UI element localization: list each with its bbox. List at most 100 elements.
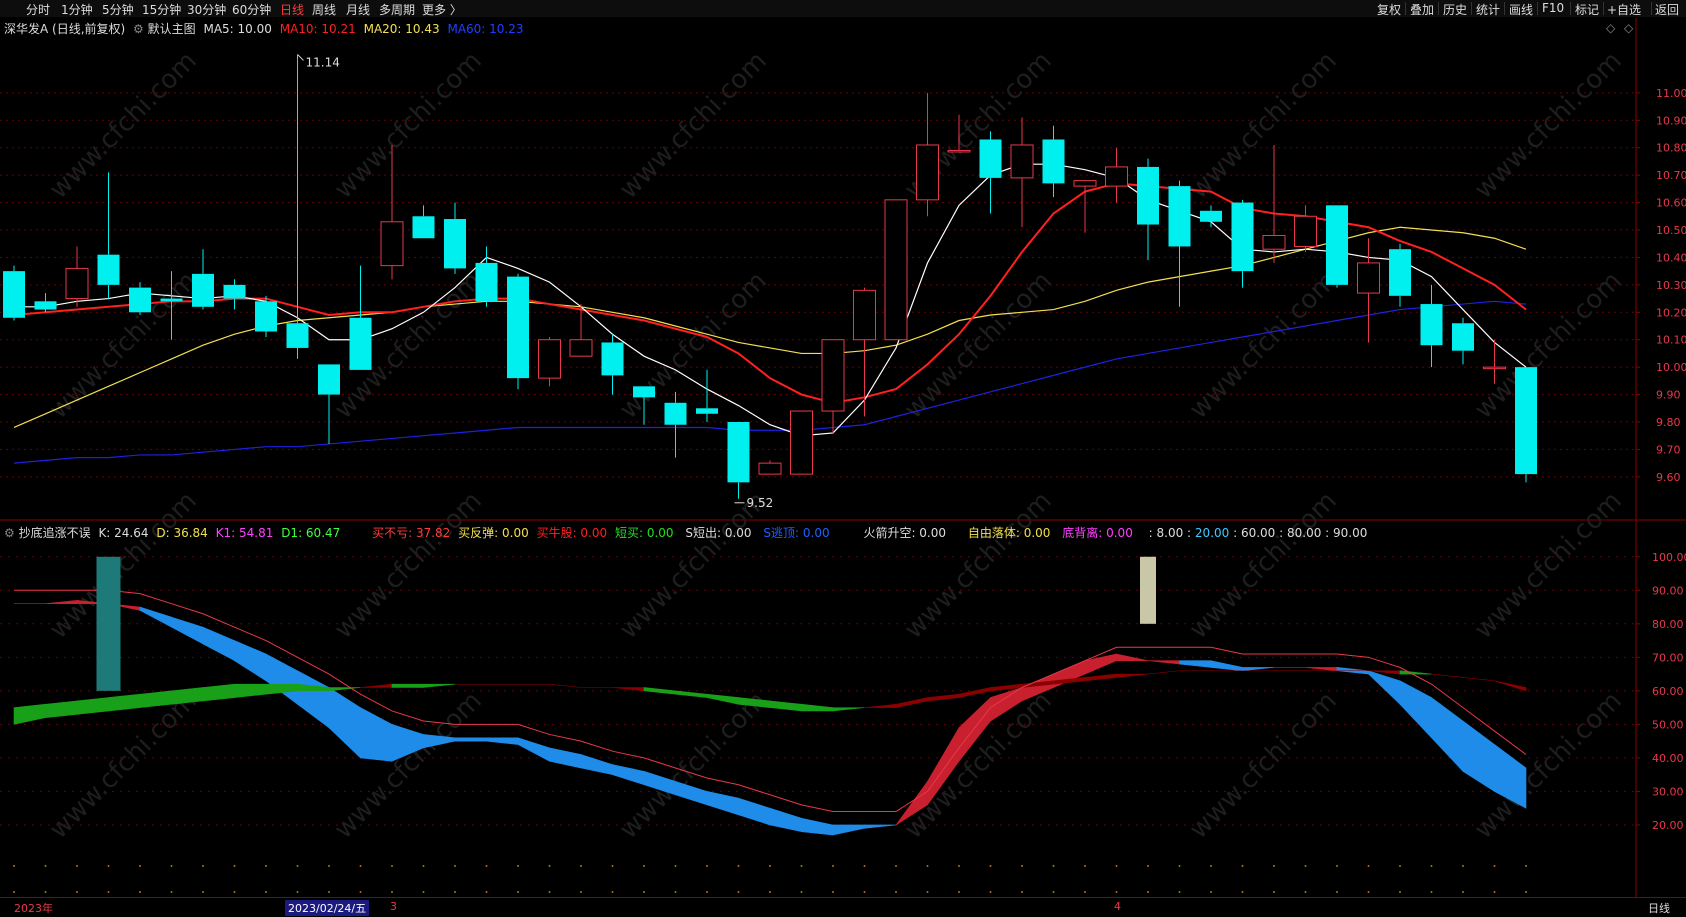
high-marker [297,54,304,61]
candle-body [475,262,498,302]
dot-row [737,865,740,867]
price-tick-label: 10.00 [1656,361,1686,374]
dot-row [107,865,110,867]
candle [507,273,529,390]
candle [979,131,1002,214]
dot-row [422,865,425,867]
candle-body [1294,215,1317,247]
watermark-text: www.cfchi.com [1184,486,1343,645]
dot-row [1178,865,1181,867]
candle [664,391,687,458]
indicator-settings-icon[interactable]: ⚙ [4,526,15,540]
candle [444,202,466,274]
k1d1-ribbon-segment [423,683,456,688]
kd-ribbon-segment [1399,680,1432,739]
dot-row [1178,891,1181,893]
candle [223,279,246,310]
k1d1-ribbon-segment [13,703,46,725]
dot-row [485,891,488,893]
d1-value: D1: 60.47 [281,526,341,540]
price-axis: 11.00 10.90 10.80 10.70 10.60 10.50 10.40 10.30… [1636,87,1686,832]
kd-ribbon-segment [864,824,897,829]
chart-template-name[interactable]: 默认主图 [148,22,196,36]
dot-row [1021,865,1023,867]
indicator-name[interactable]: 抄底追涨不误 [19,526,91,540]
levels-value: : 8.00 : [1148,526,1192,540]
watermark-text: www.cfchi.com [329,46,488,205]
dot-row [1399,865,1401,867]
kline-chart[interactable]: www.cfchi.com www.cfchi.com www.cfchi.com w… [0,0,1686,916]
candle [1389,243,1411,307]
month-3-label: 3 [390,900,397,913]
candle-body [916,144,939,201]
candle-body [821,339,845,412]
candle-body [34,301,57,310]
diamond-icon[interactable]: ◇ [1606,21,1615,35]
candle-body [1010,144,1034,179]
kd-ribbon-segment [360,707,393,762]
dot-row [769,865,771,867]
dot-row [1399,891,1401,893]
collapse-icon[interactable]: ◇ [1624,21,1633,35]
watermark-text: www.cfchi.com [44,46,203,205]
dot-row [202,865,204,867]
candle-body [1326,205,1348,285]
cursor-date-label: 2023/02/24/五 [285,900,370,916]
candle [1420,284,1443,368]
price-tick-label: 10.40 [1656,251,1686,264]
period-label[interactable]: 日线 [1648,900,1670,916]
candle-body [129,287,151,313]
price-tick-label: 10.50 [1656,224,1686,237]
stock-name[interactable]: 深华发A (日线,前复权) [4,22,125,36]
settings-icon[interactable]: ⚙ [133,22,144,36]
watermark: www.cfchi.com www.cfchi.com www.cfchi.com w… [44,46,1628,845]
price-tick-label: 10.60 [1656,197,1686,210]
buy-bull-value: 买牛股: 0.00 [536,526,608,540]
k1d1-ribbon-segment [769,700,802,712]
dot-row [233,891,236,893]
signal-bar [1140,556,1156,624]
kd-ribbon-segment [297,670,330,729]
dot-row [643,891,645,893]
dot-row [926,891,929,893]
candle-body [601,342,624,376]
dot-row [1147,865,1149,867]
ma60-value: MA60: 10.23 [447,22,524,36]
kd-ribbon-segment [234,640,267,682]
dot-row [391,865,393,867]
watermark-text: www.cfchi.com [1184,266,1343,425]
k1d1-ribbon-segment [675,690,708,698]
candle-body [223,284,246,299]
dot-row [958,865,960,867]
dot-row [706,865,708,867]
month-4-label: 4 [1114,900,1121,913]
kd-ribbon-segment [801,817,834,836]
candle [1231,199,1254,288]
candle-body [444,219,466,269]
k1d1-ribbon-segment [391,683,424,688]
dot-row [1430,891,1433,893]
dot-row [422,891,425,893]
dot-row [391,891,393,893]
dot-row [580,891,582,893]
candle [1168,180,1191,307]
price-tick-label: 9.70 [1656,443,1681,456]
dot-row [1430,865,1433,867]
candle-body [1105,166,1128,187]
candle-body [349,317,372,370]
watermark-text: www.cfchi.com [1469,266,1628,425]
kd-ribbon-segment [486,737,519,745]
signal-bar [96,556,121,691]
k1d1-ribbon-segment [1116,673,1149,678]
kd-ribbon-segment [1242,667,1275,672]
dot-row [1210,891,1212,893]
kd-ribbon-segment [612,764,645,786]
dot-row [170,865,173,867]
k1d1-ribbon-segment [895,697,928,708]
dot-row [485,865,488,867]
indicator-tick-label: 20.00 [1652,819,1684,832]
dot-row [1367,891,1370,893]
candle [727,422,750,499]
indicator-tick-label: 70.00 [1652,651,1684,664]
candle [1452,317,1474,365]
